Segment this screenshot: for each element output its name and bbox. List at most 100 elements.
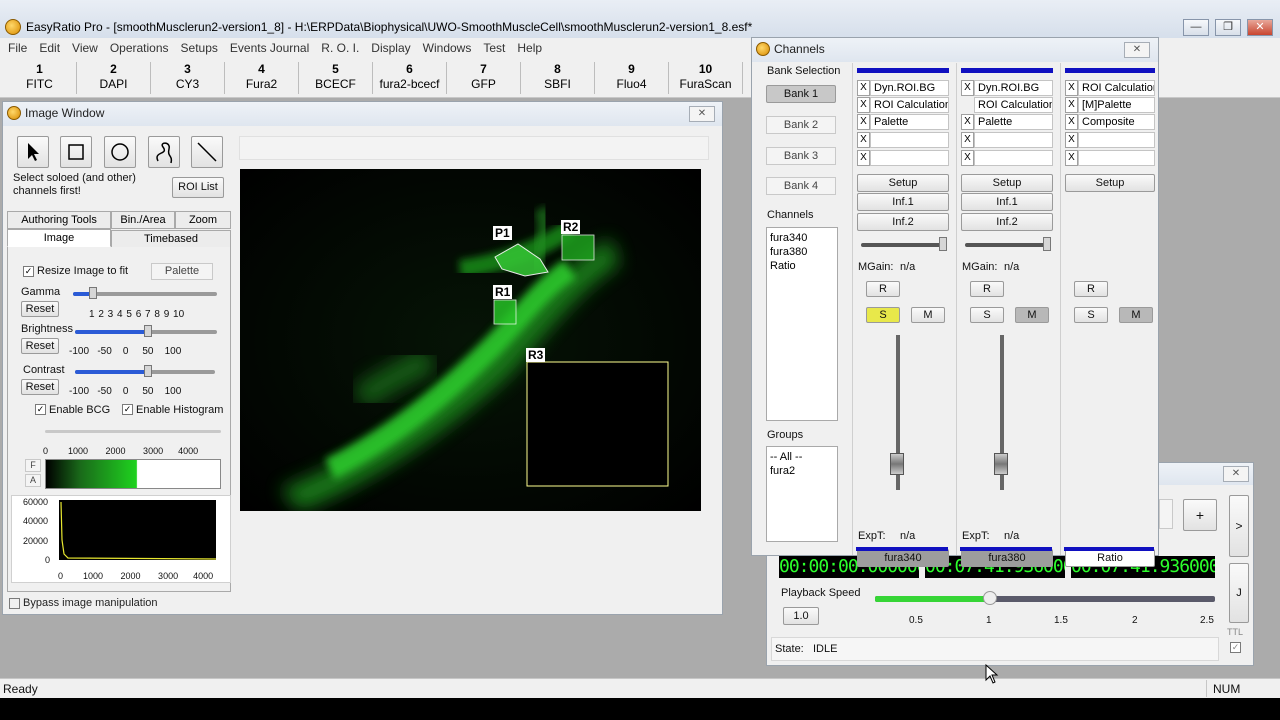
insert-slot[interactable] (870, 150, 949, 166)
brightness-slider-thumb[interactable] (144, 325, 152, 337)
bypass-checkbox[interactable] (9, 598, 20, 609)
menu-help[interactable]: Help (511, 38, 548, 55)
fader-thumb[interactable] (890, 453, 904, 475)
slot-remove-x[interactable]: X (1065, 150, 1078, 166)
roi-label-r3[interactable]: R3 (526, 348, 546, 362)
select-tool-button[interactable] (17, 136, 49, 168)
mute-button[interactable]: M (1119, 307, 1153, 323)
add-button[interactable]: + (1183, 499, 1217, 531)
image-window-close-button[interactable]: ✕ (689, 106, 715, 122)
channels-listbox[interactable]: fura340 fura380 Ratio (766, 227, 838, 421)
channel-list-item[interactable]: fura380 (770, 245, 834, 259)
setup-button[interactable]: Setup (857, 174, 949, 192)
mute-button[interactable]: M (911, 307, 945, 323)
bank-4-button[interactable]: Bank 4 (766, 177, 836, 195)
preset-button-fitc[interactable]: 1 FITC (3, 62, 77, 94)
preset-button-fluo4[interactable]: 9 Fluo4 (595, 62, 669, 94)
pan-slider-thumb[interactable] (1043, 237, 1051, 251)
enable-histogram-checkbox[interactable]: ✓ (122, 404, 133, 415)
menu-setups[interactable]: Setups (175, 38, 224, 55)
channel-list-item[interactable]: Ratio (770, 259, 834, 273)
setup-button[interactable]: Setup (1065, 174, 1155, 192)
slot-remove-x[interactable]: X (961, 132, 974, 148)
menu-file[interactable]: File (0, 38, 33, 55)
slot-remove-x[interactable]: X (857, 114, 870, 130)
menu-edit[interactable]: Edit (33, 38, 66, 55)
insert-slot[interactable]: Dyn.ROI.BG (974, 80, 1053, 96)
slot-remove-x[interactable]: X (857, 150, 870, 166)
tab-zoom[interactable]: Zoom (175, 211, 231, 229)
inf2-button[interactable]: Inf.2 (961, 213, 1053, 231)
palette-button[interactable]: Palette (151, 263, 213, 280)
menu-test[interactable]: Test (477, 38, 511, 55)
roi-label-r2[interactable]: R2 (561, 220, 581, 234)
roi-label-r1[interactable]: R1 (493, 285, 513, 299)
line-tool-button[interactable] (191, 136, 223, 168)
preset-button-furascan[interactable]: 10 FuraScan (669, 62, 743, 94)
resize-image-checkbox[interactable]: ✓ (23, 266, 34, 277)
pan-slider-thumb[interactable] (939, 237, 947, 251)
fader-thumb[interactable] (994, 453, 1008, 475)
slot-remove-x[interactable]: X (1065, 97, 1078, 113)
ttl-checkbox[interactable]: ✓ (1230, 642, 1241, 653)
close-window-button[interactable]: ✕ (1247, 19, 1273, 36)
slot-remove-x[interactable]: X (1065, 114, 1078, 130)
menu-roi[interactable]: R. O. I. (315, 38, 365, 55)
channel-name-button[interactable]: Ratio (1065, 549, 1155, 567)
f-button[interactable]: F (25, 459, 41, 472)
channel-name-button[interactable]: fura340 (857, 549, 949, 567)
menu-view[interactable]: View (66, 38, 104, 55)
tab-authoring-tools[interactable]: Authoring Tools (7, 211, 111, 229)
contrast-reset-button[interactable]: Reset (21, 379, 59, 395)
channel-list-item[interactable]: fura340 (770, 231, 834, 245)
rectangle-tool-button[interactable] (60, 136, 92, 168)
playback-speed-value[interactable]: 1.0 (783, 607, 819, 625)
preset-button-dapi[interactable]: 2 DAPI (77, 62, 151, 94)
channel-name-button[interactable]: fura380 (961, 549, 1053, 567)
insert-slot[interactable] (870, 132, 949, 148)
tab-bin-area[interactable]: Bin./Area (111, 211, 175, 229)
insert-slot[interactable] (1078, 132, 1155, 148)
slot-remove-x[interactable]: X (961, 80, 974, 96)
group-list-item[interactable]: fura2 (770, 464, 834, 478)
slot-remove-x[interactable]: X (961, 150, 974, 166)
minimize-button[interactable]: — (1183, 19, 1209, 36)
slot-remove-x[interactable]: X (961, 114, 974, 130)
insert-slot[interactable] (974, 150, 1053, 166)
slot-remove-x[interactable]: X (1065, 80, 1078, 96)
slot-remove-x[interactable]: X (857, 80, 870, 96)
insert-slot[interactable] (974, 132, 1053, 148)
insert-slot[interactable]: Palette (974, 114, 1053, 130)
insert-slot[interactable]: ROI Calculation (974, 97, 1053, 113)
tab-image[interactable]: Image (7, 229, 111, 247)
menu-windows[interactable]: Windows (417, 38, 478, 55)
solo-button[interactable]: S (866, 307, 900, 323)
inf2-button[interactable]: Inf.2 (857, 213, 949, 231)
group-list-item[interactable]: -- All -- (770, 450, 834, 464)
restore-button[interactable]: ❐ (1215, 19, 1241, 36)
setup-button[interactable]: Setup (961, 174, 1053, 192)
roi-list-button[interactable]: ROI List (172, 177, 224, 198)
preset-button-cy3[interactable]: 3 CY3 (151, 62, 225, 94)
roi-label-p1[interactable]: P1 (493, 226, 512, 240)
gamma-slider-thumb[interactable] (89, 287, 97, 299)
mute-button[interactable]: M (1015, 307, 1049, 323)
microscopy-image[interactable]: P1 R2 R1 R3 (240, 169, 701, 511)
contrast-slider-thumb[interactable] (144, 365, 152, 377)
range-slider-track[interactable] (45, 430, 221, 433)
freehand-tool-button[interactable] (148, 136, 180, 168)
insert-slot[interactable]: Composite (1078, 114, 1155, 130)
preset-button-bcecf[interactable]: 5 BCECF (299, 62, 373, 94)
preset-button-fura2-bcecf[interactable]: 6 fura2-bcecf (373, 62, 447, 94)
insert-slot[interactable]: [M]Palette (1078, 97, 1155, 113)
ellipse-tool-button[interactable] (104, 136, 136, 168)
jump-button[interactable]: J (1229, 563, 1249, 623)
slot-remove-x[interactable]: X (857, 132, 870, 148)
record-button[interactable]: R (866, 281, 900, 297)
gamma-reset-button[interactable]: Reset (21, 301, 59, 317)
insert-slot[interactable]: Dyn.ROI.BG (870, 80, 949, 96)
insert-slot[interactable] (1078, 150, 1155, 166)
bank-2-button[interactable]: Bank 2 (766, 116, 836, 134)
preset-button-sbfi[interactable]: 8 SBFI (521, 62, 595, 94)
insert-slot[interactable]: ROI Calculation (870, 97, 949, 113)
